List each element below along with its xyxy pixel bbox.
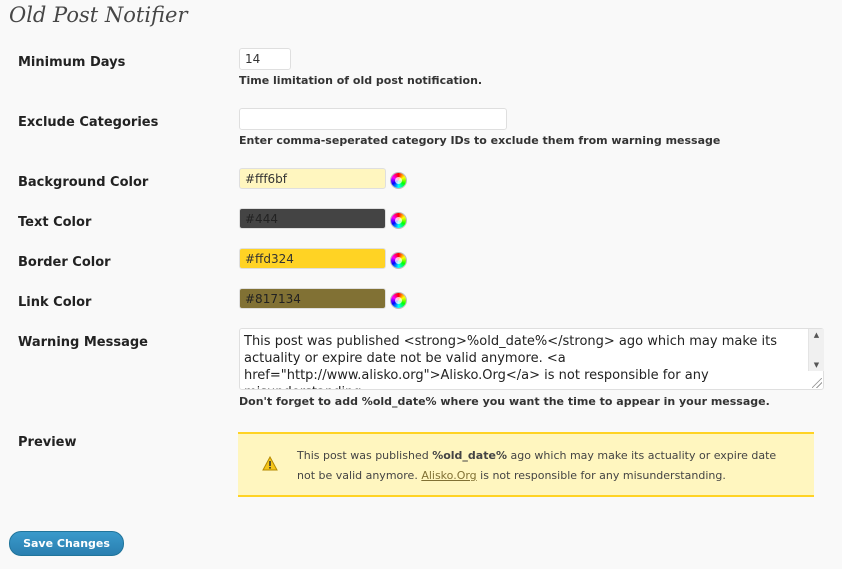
preview-label: Preview [18,435,77,450]
resize-handle[interactable] [812,378,822,388]
preview-message: This post was published %old_date% ago w… [297,446,797,486]
preview-box: This post was published %old_date% ago w… [238,432,814,497]
color-wheel-icon[interactable] [391,173,406,188]
minimum-days-input[interactable] [239,48,291,70]
arrow-up-icon[interactable]: ▲ [809,329,824,341]
border-color-input[interactable] [239,248,386,269]
color-wheel-icon[interactable] [391,293,406,308]
text-color-label: Text Color [18,215,92,230]
page-title: Old Post Notifier [9,3,188,27]
warning-message-textarea[interactable]: This post was published <strong>%old_dat… [239,328,824,390]
background-color-input[interactable] [239,168,386,189]
color-wheel-icon[interactable] [391,213,406,228]
border-color-label: Border Color [18,255,111,270]
arrow-down-icon[interactable]: ▼ [809,359,824,371]
warning-triangle-icon [262,456,278,471]
background-color-label: Background Color [18,175,149,190]
minimum-days-description: Time limitation of old post notification… [239,74,483,87]
save-changes-button[interactable]: Save Changes [9,531,124,556]
preview-text-before: This post was published [297,449,433,462]
exclude-categories-input[interactable] [239,108,507,130]
minimum-days-label: Minimum Days [18,55,126,70]
preview-text-after: is not responsible for any misunderstand… [476,469,726,482]
link-color-input[interactable] [239,288,386,309]
warning-message-description: Don't forget to add %old_date% where you… [239,395,770,408]
exclude-categories-description: Enter comma-seperated category IDs to ex… [239,134,721,147]
preview-link[interactable]: Alisko.Org [421,469,476,482]
textarea-scrollbar[interactable]: ▲ ▼ [808,329,824,371]
color-wheel-icon[interactable] [391,253,406,268]
text-color-input[interactable] [239,208,386,229]
link-color-label: Link Color [18,295,92,310]
preview-date-token: %old_date% [432,449,507,462]
exclude-categories-label: Exclude Categories [18,115,159,130]
warning-message-label: Warning Message [18,335,148,350]
